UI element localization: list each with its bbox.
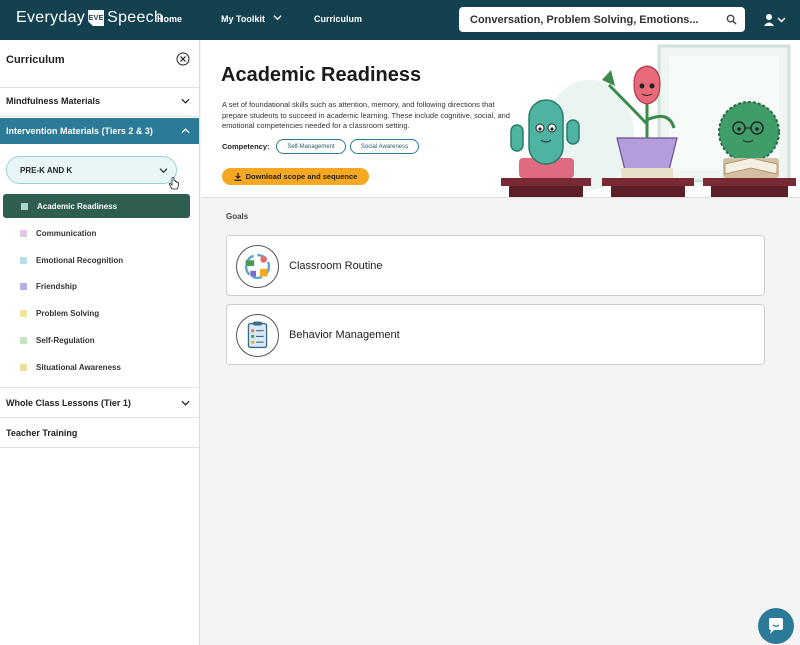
goal-title: Classroom Routine: [289, 260, 383, 272]
category-description: A set of foundational skills such as att…: [222, 100, 510, 130]
chat-bubble-icon: [769, 618, 783, 634]
chevron-down-icon: [181, 400, 190, 406]
hand-cursor-icon: [168, 177, 179, 190]
chevron-up-icon: [181, 128, 190, 134]
logo-text-left: Everyday: [16, 9, 86, 26]
grade-level-select[interactable]: PRE-K AND K: [6, 156, 177, 184]
top-navigation-bar: Everyday EVE Speech Home My Toolkit Curr…: [0, 0, 800, 40]
category-color-swatch: [20, 229, 27, 237]
logo-badge: EVE: [88, 10, 105, 26]
search-input[interactable]: [470, 13, 720, 26]
sidebar-section-label: Whole Class Lessons (Tier 1): [6, 398, 131, 408]
search-icon[interactable]: [726, 14, 737, 25]
nav-my-toolkit-link[interactable]: My Toolkit: [221, 14, 265, 24]
sidebar-item-self-regulation[interactable]: Self-Regulation: [20, 328, 95, 352]
goal-card-classroom-routine[interactable]: Classroom Routine: [226, 235, 765, 296]
sidebar-section-whole-class[interactable]: Whole Class Lessons (Tier 1): [0, 390, 199, 416]
curriculum-sidebar: Curriculum Mindfulness Materials Interve…: [0, 40, 200, 645]
sidebar-section-label: Mindfulness Materials: [6, 96, 101, 106]
sidebar-item-emotional-recognition[interactable]: Emotional Recognition: [20, 248, 123, 272]
user-account-icon[interactable]: [764, 13, 786, 27]
clipboard-icon: [236, 314, 279, 357]
category-label: Academic Readiness: [37, 201, 118, 211]
competency-label: Competency:: [222, 142, 270, 151]
category-color-swatch: [20, 309, 27, 317]
competency-tag-social-awareness[interactable]: Social Awareness: [350, 139, 419, 154]
chevron-down-icon[interactable]: [273, 13, 282, 22]
grade-select-value: PRE-K AND K: [20, 165, 73, 175]
sidebar-section-label: Intervention Materials (Tiers 2 & 3): [6, 126, 153, 136]
nav-curriculum-link[interactable]: Curriculum: [314, 14, 362, 24]
download-icon: [234, 172, 242, 181]
category-label: Situational Awareness: [36, 362, 121, 372]
chat-support-button[interactable]: [758, 608, 794, 644]
category-label: Friendship: [36, 281, 77, 291]
sidebar-title: Curriculum: [6, 54, 65, 66]
goal-title: Behavior Management: [289, 329, 400, 341]
category-label: Problem Solving: [36, 308, 100, 318]
sidebar-section-label: Teacher Training: [6, 428, 78, 438]
chevron-down-icon: [181, 98, 190, 104]
sidebar-section-teacher-training[interactable]: Teacher Training: [0, 420, 199, 446]
sidebar-section-mindfulness[interactable]: Mindfulness Materials: [0, 88, 199, 114]
logo-text-right: Speech: [107, 9, 164, 26]
everyday-speech-logo[interactable]: Everyday EVE Speech: [16, 9, 163, 27]
download-scope-button[interactable]: Download scope and sequence: [222, 168, 369, 185]
goals-heading: Goals: [226, 212, 249, 221]
sidebar-item-academic-readiness[interactable]: Academic Readiness: [3, 194, 190, 218]
category-color-swatch: [20, 282, 27, 290]
sidebar-section-intervention[interactable]: Intervention Materials (Tiers 2 & 3): [0, 118, 199, 144]
divider: [0, 387, 199, 388]
category-color-swatch: [21, 202, 28, 210]
sidebar-item-situational-awareness[interactable]: Situational Awareness: [20, 355, 121, 379]
divider: [0, 116, 199, 117]
classroom-routine-icon: [236, 245, 279, 288]
category-label: Self-Regulation: [36, 335, 95, 345]
sidebar-item-problem-solving[interactable]: Problem Solving: [20, 301, 99, 325]
hero-illustration: [501, 44, 796, 197]
chevron-down-icon: [159, 168, 168, 174]
competency-tag-self-management[interactable]: Self-Management: [276, 139, 346, 154]
page-title: Academic Readiness: [221, 64, 422, 86]
category-label: Communication: [36, 228, 97, 238]
close-icon[interactable]: [176, 52, 190, 66]
category-label: Emotional Recognition: [36, 255, 124, 265]
category-color-swatch: [20, 336, 27, 344]
nav-home-link[interactable]: Home: [157, 14, 182, 24]
divider: [0, 417, 199, 418]
sidebar-item-friendship[interactable]: Friendship: [20, 274, 77, 298]
download-button-label: Download scope and sequence: [245, 172, 358, 181]
goal-card-behavior-management[interactable]: Behavior Management: [226, 304, 765, 365]
search-bar[interactable]: [459, 7, 745, 32]
divider: [0, 447, 199, 448]
category-color-swatch: [20, 256, 27, 264]
category-color-swatch: [20, 363, 27, 371]
hero-banner: Academic Readiness A set of foundational…: [201, 40, 800, 198]
sidebar-item-communication[interactable]: Communication: [20, 221, 96, 245]
